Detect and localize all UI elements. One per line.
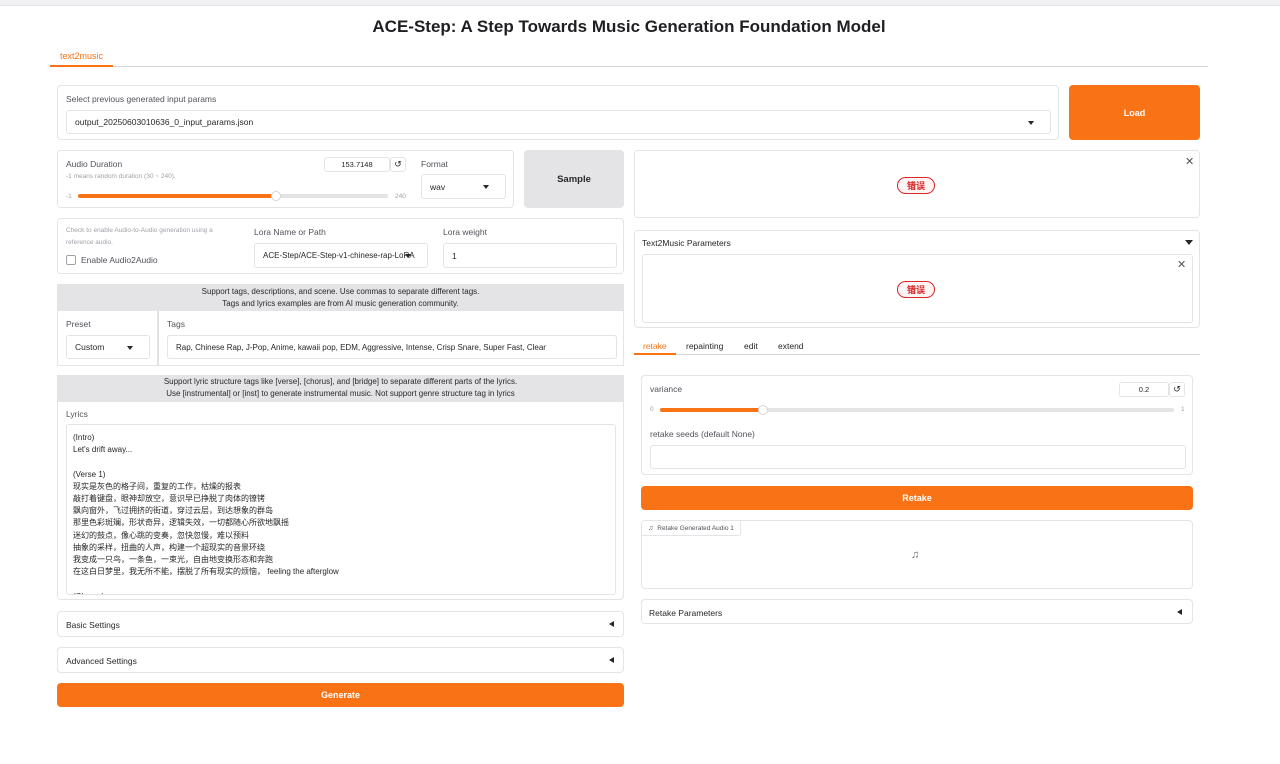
advanced-settings-accordion[interactable]: Advanced Settings [57, 647, 624, 673]
variance-max: 1 [1181, 406, 1185, 413]
error-badge: 错误 [897, 177, 936, 194]
duration-slider-thumb[interactable] [271, 191, 281, 201]
duration-panel: Audio Duration -1 means random duration … [57, 150, 514, 208]
audio2audio-label: Enable Audio2Audio [81, 255, 158, 265]
retake-params-label: Retake Parameters [649, 608, 723, 618]
load-button[interactable]: Load [1069, 85, 1200, 140]
retake-audio-label: Retake Generated Audio 1 [657, 524, 734, 532]
previous-params-value: output_20250603010636_0_input_params.jso… [75, 117, 254, 127]
audio2audio-hint: Check to enable Audio-to-Audio generatio… [66, 227, 213, 246]
subtab-edit[interactable]: edit [744, 341, 758, 351]
error-badge: 错误 [897, 281, 936, 298]
triangle-left-icon [609, 657, 614, 663]
subtab-retake[interactable]: retake [634, 341, 676, 355]
duration-slider[interactable] [78, 191, 388, 201]
previous-params-select[interactable]: output_20250603010636_0_input_params.jso… [66, 110, 1051, 134]
variance-slider[interactable] [660, 405, 1174, 415]
chevron-down-icon [483, 185, 489, 189]
lora-name-input[interactable]: ACE-Step/ACE-Step-v1-chinese-rap-LoRA [254, 243, 428, 268]
format-select[interactable]: wav [421, 174, 506, 199]
audio2audio-lora-panel: Check to enable Audio-to-Audio generatio… [57, 218, 624, 274]
subtab-divider [634, 354, 1200, 355]
duration-label: Audio Duration [66, 159, 123, 169]
duration-slider-fill [78, 194, 276, 198]
previous-params-label: Select previous generated input params [66, 94, 217, 104]
page-title: ACE-Step: A Step Towards Music Generatio… [372, 17, 886, 36]
basic-settings-accordion[interactable]: Basic Settings [57, 611, 624, 637]
close-icon[interactable]: ✕ [1185, 155, 1194, 168]
lyrics-textarea[interactable]: (Intro) Let's drift away... (Verse 1) 现实… [66, 424, 616, 595]
tags-panel: Tags Rap, Chinese Rap, J-Pop, Anime, kaw… [158, 310, 624, 366]
variance-min: 0 [650, 406, 654, 413]
retake-audio-tag: ♫ Retake Generated Audio 1 [642, 521, 741, 536]
variance-value: 0.2 [1138, 385, 1150, 394]
duration-value: 153.7148 [341, 160, 373, 169]
retake-seeds-label: retake seeds (default None) [650, 429, 755, 439]
t2m-params-accordion: Text2Music Parameters ✕ 错误 [634, 230, 1200, 328]
audio2audio-checkbox[interactable] [66, 255, 76, 265]
variance-slider-thumb[interactable] [758, 405, 768, 415]
advanced-settings-label: Advanced Settings [66, 656, 137, 666]
tab-text2music[interactable]: text2music [50, 50, 114, 67]
duration-max: 240 [395, 193, 406, 200]
retake-params-accordion[interactable]: Retake Parameters [641, 599, 1193, 624]
tags-info-line1: Support tags, descriptions, and scene. U… [201, 287, 480, 296]
bookmarks-bar [0, 0, 1280, 6]
subtab-repainting[interactable]: repainting [686, 341, 723, 351]
t2m-params-label[interactable]: Text2Music Parameters [642, 238, 731, 248]
triangle-left-icon [609, 621, 614, 627]
previous-params-panel: Select previous generated input params o… [57, 85, 1059, 140]
retake-audio-panel: ♫ Retake Generated Audio 1 ♫ [641, 520, 1193, 589]
main-tab-bar [50, 47, 1208, 67]
close-icon[interactable]: ✕ [1177, 258, 1186, 271]
format-label: Format [421, 159, 448, 169]
retake-button[interactable]: Retake [641, 486, 1193, 510]
triangle-down-icon[interactable] [1185, 240, 1193, 245]
preset-label: Preset [66, 319, 91, 329]
lora-name-value: ACE-Step/ACE-Step-v1-chinese-rap-LoRA [263, 251, 415, 260]
tags-info-line2: Tags and lyrics examples are from AI mus… [222, 299, 459, 308]
tags-info-bar: Support tags, descriptions, and scene. U… [57, 284, 624, 310]
t2m-params-body: ✕ 错误 [642, 254, 1193, 323]
preset-value: Custom [75, 342, 105, 352]
reset-icon[interactable]: ↺ [1169, 382, 1185, 397]
lyrics-info-bar: Support lyric structure tags like [verse… [57, 375, 624, 401]
tags-input[interactable]: Rap, Chinese Rap, J-Pop, Anime, kawaii p… [167, 335, 617, 359]
music-note-icon: ♫ [648, 524, 654, 532]
duration-min: -1 [66, 193, 72, 200]
output-panel: ✕ 错误 [634, 150, 1200, 218]
sample-button[interactable]: Sample [524, 150, 624, 208]
variance-number-input[interactable]: 0.2 [1119, 382, 1169, 397]
duration-hint: -1 means random duration (30 ~ 240). [66, 173, 176, 180]
lora-weight-value: 1 [452, 250, 457, 261]
reset-icon[interactable]: ↺ [390, 157, 406, 172]
lyrics-label: Lyrics [66, 409, 88, 419]
retake-seeds-input[interactable] [650, 445, 1186, 469]
lyrics-info-line2: Use [instrumental] or [inst] to generate… [166, 389, 515, 398]
lora-name-label: Lora Name or Path [254, 227, 326, 237]
format-value: wav [430, 181, 446, 192]
subtab-extend[interactable]: extend [778, 341, 804, 351]
variance-label: variance [650, 384, 683, 394]
lora-weight-label: Lora weight [443, 227, 487, 237]
tags-value: Rap, Chinese Rap, J-Pop, Anime, kawaii p… [176, 342, 546, 352]
basic-settings-label: Basic Settings [66, 620, 120, 630]
generate-button[interactable]: Generate [57, 683, 624, 707]
triangle-left-icon [1177, 609, 1182, 615]
variance-slider-fill [660, 408, 763, 412]
preset-panel: Preset Custom [57, 310, 158, 366]
lora-weight-input[interactable]: 1 [443, 243, 617, 268]
duration-number-input[interactable]: 153.7148 [324, 157, 390, 172]
preset-select[interactable]: Custom [66, 335, 150, 359]
chevron-down-icon [405, 254, 411, 258]
chevron-down-icon [1028, 121, 1034, 125]
retake-settings-panel: variance 0.2 ↺ 0 1 retake seeds (default… [641, 375, 1193, 475]
lyrics-info-line1: Support lyric structure tags like [verse… [163, 377, 518, 386]
music-note-icon: ♫ [911, 549, 920, 561]
chevron-down-icon [127, 346, 133, 350]
tags-label: Tags [167, 319, 185, 329]
lyrics-panel: Lyrics (Intro) Let's drift away... (Vers… [57, 401, 624, 600]
